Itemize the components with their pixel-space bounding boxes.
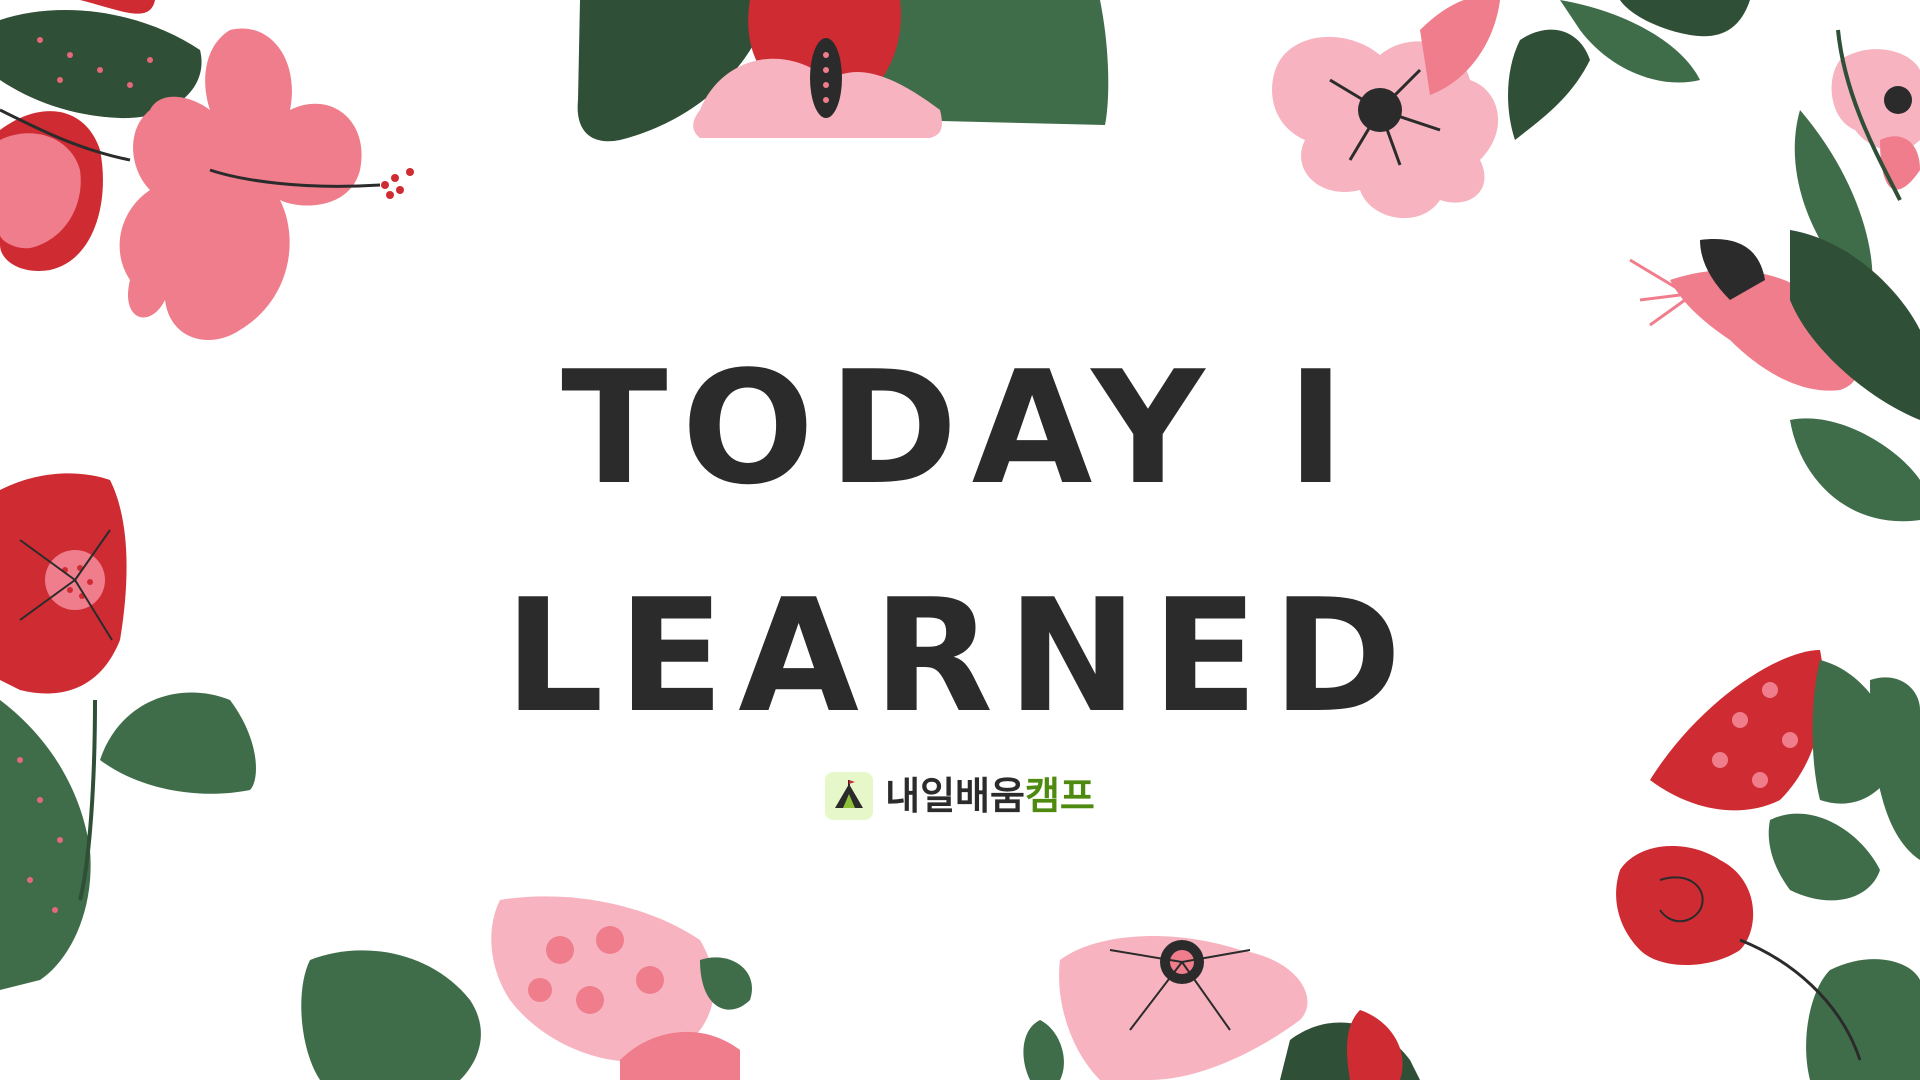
flower-bottom-center [301, 896, 1420, 1080]
brand-name: 내일배움캠프 [885, 777, 1095, 815]
flower-top-center [577, 0, 1109, 142]
brand-name-dark: 내일배움 [885, 774, 1025, 818]
floral-decoration [0, 0, 1920, 1080]
title-line-2: LEARNED [504, 565, 1416, 747]
brand-mark: 내일배움캠프 [0, 772, 1920, 820]
title-line-1: TODAY I [561, 337, 1359, 519]
tent-icon [825, 772, 874, 820]
slide-canvas: TODAY I LEARNED 내일배움캠프 [0, 0, 1920, 1080]
brand-name-green: 캠프 [1024, 774, 1095, 818]
flower-top-left [0, 0, 414, 340]
flower-top-right [1272, 0, 1750, 219]
